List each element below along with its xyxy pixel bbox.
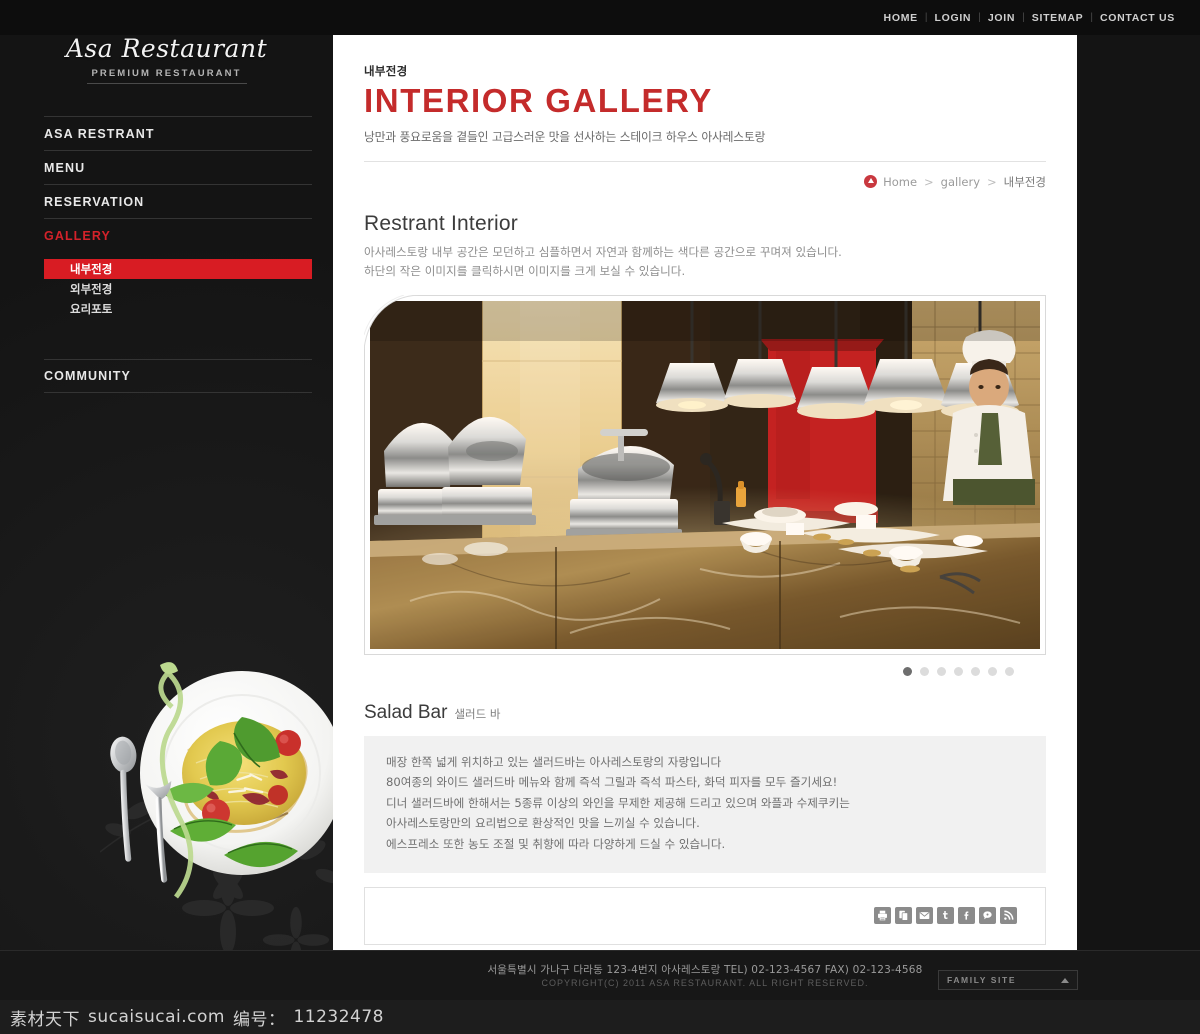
sidebar-item-gallery[interactable]: GALLERY — [44, 218, 312, 252]
gallery-dot-4[interactable] — [954, 666, 963, 676]
salad-bar-description-box: 매장 한쪽 넓게 위치하고 있는 샐러드바는 아사레스토랑의 자랑입니다 80여… — [364, 735, 1046, 873]
family-site-select[interactable]: FAMILY SITE — [938, 970, 1078, 990]
salad-line-1: 매장 한쪽 넓게 위치하고 있는 샐러드바는 아사레스토랑의 자랑입니다 — [386, 754, 722, 769]
sidebar-item-asa-restrant[interactable]: ASA RESTRANT — [44, 116, 312, 150]
breadcrumb-home-link[interactable]: Home — [883, 175, 917, 189]
sidebar-subitem-label: 요리포토 — [70, 304, 113, 316]
breadcrumb-separator: > — [987, 174, 997, 189]
me2day-icon[interactable] — [979, 907, 996, 925]
chevron-up-icon — [1061, 977, 1069, 983]
gallery-dot-7[interactable] — [1005, 666, 1014, 676]
watermark-site: sucaisucai.com — [88, 1007, 225, 1027]
gallery-dot-6[interactable] — [988, 666, 997, 676]
restaurant-interior-photo — [370, 300, 1040, 649]
sidebar-item-label: GALLERY — [44, 228, 111, 243]
section-description-line-2: 하단의 작은 이미지를 클릭하시면 이미지를 크게 보실 수 있습니다. — [364, 263, 686, 278]
salad-line-3: 디너 샐러드바에 한해서는 5종류 이상의 와인을 무제한 제공해 드리고 있으… — [386, 795, 850, 810]
topnav-item-join[interactable]: JOIN — [981, 12, 1022, 24]
section-heading: Restrant Interior — [364, 211, 518, 235]
left-sidebar: Asa Restaurant PREMIUM RESTAURANT ASA RE… — [0, 0, 342, 1034]
watermark-label: 编号： — [232, 1009, 286, 1030]
sidebar-subitem-exterior[interactable]: 외부전경 — [44, 279, 312, 299]
salad-bar-heading-en: Salad Bar — [364, 701, 448, 723]
page-root: HOME | LOGIN | JOIN | SITEMAP | CONTACT … — [0, 0, 1200, 1034]
print-icon[interactable] — [874, 907, 891, 925]
scrap-icon[interactable] — [895, 907, 912, 925]
logo-tagline: PREMIUM RESTAURANT — [86, 68, 247, 84]
sidebar-item-label: RESERVATION — [44, 194, 145, 209]
salad-line-4: 아사레스토랑만의 요리법으로 환상적인 맛을 느끼실 수 있습니다. — [386, 816, 700, 831]
sidebar-subitem-label: 외부전경 — [70, 284, 113, 296]
salad-line-5: 에스프레소 또한 농도 조절 및 취향에 따라 다양하게 드실 수 있습니다. — [386, 837, 726, 852]
watermark-brand: 素材天下 — [10, 1009, 80, 1030]
section-description: 아사레스토랑 내부 공간은 모던하고 심플하면서 자연과 함께하는 색다른 공간… — [364, 243, 1046, 281]
sidebar-item-label: ASA RESTRANT — [44, 126, 155, 141]
topnav-item-sitemap[interactable]: SITEMAP — [1025, 12, 1091, 24]
sidebar-subitem-label: 내부전경 — [70, 264, 113, 276]
salad-bar-heading: Salad Bar 샐러드 바 — [364, 702, 1046, 724]
salad-line-2: 80여종의 와이드 샐러드바 메뉴와 함께 즉석 그릴과 즉석 파스타, 화덕 … — [386, 775, 838, 790]
rss-icon[interactable] — [1000, 907, 1017, 925]
page-title: INTERIOR GALLERY — [364, 82, 713, 119]
section-description-line-1: 아사레스토랑 내부 공간은 모던하고 심플하면서 자연과 함께하는 색다른 공간… — [364, 244, 842, 259]
family-site-label: FAMILY SITE — [947, 975, 1017, 985]
title-divider — [364, 160, 1046, 162]
gallery-main-image[interactable] — [370, 300, 1040, 649]
sidebar-item-label: MENU — [44, 160, 86, 175]
breadcrumb-gallery-link[interactable]: gallery — [941, 175, 980, 189]
gallery-dot-1[interactable] — [903, 666, 912, 676]
topnav-item-login[interactable]: LOGIN — [927, 12, 978, 24]
topnav-item-home[interactable]: HOME — [877, 12, 925, 24]
breadcrumb-current: 내부전경 — [1003, 174, 1046, 189]
site-logo[interactable]: Asa Restaurant PREMIUM RESTAURANT — [0, 34, 333, 84]
salad-bar-heading-ko: 샐러드 바 — [454, 706, 501, 721]
topnav-item-contact-us[interactable]: CONTACT US — [1093, 12, 1182, 24]
breadcrumb-separator: > — [924, 174, 934, 189]
email-icon[interactable] — [916, 907, 933, 925]
global-nav: ASA RESTRANT MENU RESERVATION GALLERY 내부… — [44, 116, 312, 393]
facebook-icon[interactable] — [958, 907, 975, 925]
gallery-dot-2[interactable] — [920, 666, 929, 676]
main-content-panel: 내부전경 INTERIOR GALLERY 낭만과 풍요로움을 곁들인 고급스러… — [333, 35, 1077, 950]
logo-brand-text: Asa Restaurant — [65, 34, 268, 63]
sidebar-item-label: COMMUNITY — [44, 369, 131, 383]
watermark-number: 11232478 — [293, 1007, 384, 1027]
share-bar — [364, 886, 1046, 945]
salad-plate-decoration-image — [110, 662, 342, 899]
twitter-icon[interactable] — [937, 907, 954, 925]
page-eyebrow: 내부전경 — [364, 64, 408, 78]
gallery-dot-3[interactable] — [937, 666, 946, 676]
page-subtitle: 낭만과 풍요로움을 곁들인 고급스러운 맛을 선사하는 스테이크 하우스 아사레… — [364, 129, 766, 144]
breadcrumb: Home > gallery > 내부전경 — [364, 174, 1046, 190]
sidebar-subitem-interior[interactable]: 내부전경 — [44, 259, 312, 279]
home-icon — [864, 175, 878, 189]
gallery-pagination-dots — [364, 666, 1046, 676]
gallery-dot-5[interactable] — [971, 666, 980, 676]
stock-watermark-bar: 素材天下 sucaisucai.com 编号： 11232478 — [0, 1000, 1200, 1034]
sidebar-item-reservation[interactable]: RESERVATION — [44, 184, 312, 218]
gallery-frame — [364, 294, 1046, 655]
sidebar-item-community[interactable]: COMMUNITY — [44, 359, 312, 393]
sidebar-item-menu[interactable]: MENU — [44, 150, 312, 184]
sidebar-submenu: 내부전경 외부전경 요리포토 — [44, 259, 312, 319]
sidebar-subitem-foodphoto[interactable]: 요리포토 — [44, 299, 312, 319]
